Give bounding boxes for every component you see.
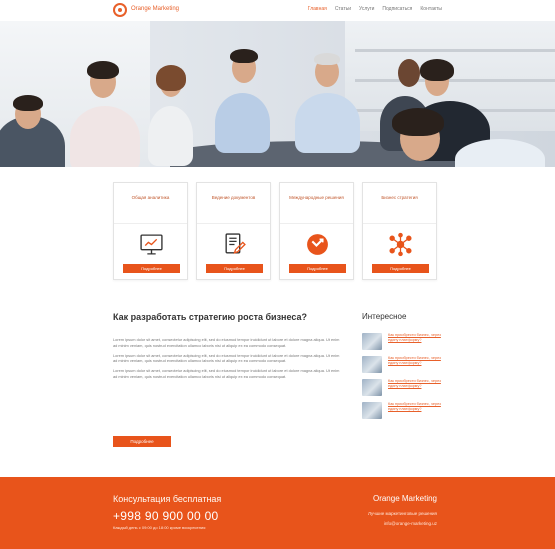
- article-title: Как разработать стратегию роста бизнеса?: [113, 312, 307, 322]
- network-nodes-icon: [389, 232, 412, 257]
- interesting-sidebar: Интересное Как приобрести бизнес, через …: [362, 312, 442, 425]
- monitor-chart-icon: [140, 234, 163, 255]
- sidebar-item[interactable]: Как приобрести бизнес, через едину платф…: [362, 333, 442, 351]
- nav-item-contacts[interactable]: Контакты: [420, 6, 442, 12]
- card-title: Бизнес стратегия: [381, 195, 418, 200]
- card-title: Общая аналитика: [131, 195, 170, 200]
- article-more-button[interactable]: Подробнее: [113, 436, 171, 447]
- nav-item-subscribe[interactable]: Подписаться: [382, 6, 412, 12]
- service-card-documents: Ведение документов Подробнее: [196, 182, 271, 280]
- sidebar-thumbnail[interactable]: [362, 379, 382, 396]
- footer-tagline: Лучшие маркетинговые решения: [368, 511, 437, 516]
- sidebar-title: Интересное: [362, 312, 407, 321]
- footer-brand-block: Orange Marketing Лучшие маркетинговые ре…: [368, 494, 437, 526]
- nav-item-articles[interactable]: Статьи: [335, 6, 351, 12]
- card-title: Ведение документов: [211, 195, 256, 200]
- footer-hours: Каждый день с 09:00 до 18:00 кроме воскр…: [113, 525, 206, 530]
- sidebar-link[interactable]: Как приобрести бизнес, через едину платф…: [388, 356, 442, 365]
- main-nav: Главная Статьи Услуги Подписаться Контак…: [308, 6, 442, 12]
- footer-brand: Orange Marketing: [372, 494, 437, 503]
- card-more-button[interactable]: Подробнее: [372, 264, 429, 273]
- sidebar-thumbnail[interactable]: [362, 333, 382, 350]
- footer-contact: Консультация бесплатная +998 90 900 00 0…: [113, 494, 221, 530]
- brand-name[interactable]: Orange Marketing: [131, 6, 179, 12]
- card-more-button[interactable]: Подробнее: [206, 264, 263, 273]
- service-card-international: Международные решения Подробнее: [279, 182, 354, 280]
- service-card-analytics: Общая аналитика Подробнее: [113, 182, 188, 280]
- sidebar-link[interactable]: Как приобрести бизнес, через едину платф…: [388, 402, 442, 411]
- logo-icon[interactable]: [113, 3, 127, 17]
- sidebar-thumbnail[interactable]: [362, 402, 382, 419]
- footer-phone[interactable]: +998 90 900 00 00: [113, 509, 221, 523]
- footer-email[interactable]: info@orange-marketing.uz: [368, 521, 437, 526]
- article-section: Как разработать стратегию роста бизнеса?…: [113, 312, 343, 384]
- service-card-strategy: Бизнес стратегия Подробнее: [362, 182, 437, 280]
- sidebar-item[interactable]: Как приобрести бизнес, через едину платф…: [362, 356, 442, 374]
- article-paragraph: Lorem ipsum dolor sit amet, consectetur …: [113, 368, 340, 379]
- nav-item-services[interactable]: Услуги: [359, 6, 374, 12]
- globe-arrow-icon: [307, 234, 328, 255]
- nav-item-home[interactable]: Главная: [308, 6, 327, 12]
- card-more-button[interactable]: Подробнее: [289, 264, 346, 273]
- article-paragraph: Lorem ipsum dolor sit amet, consectetur …: [113, 337, 340, 348]
- sidebar-link[interactable]: Как приобрести бизнес, через едину платф…: [388, 379, 442, 388]
- site-header: Orange Marketing Главная Статьи Услуги П…: [0, 0, 555, 21]
- document-edit-icon: [225, 233, 246, 254]
- card-title: Международные решения: [289, 195, 344, 200]
- site-footer: Консультация бесплатная +998 90 900 00 0…: [0, 477, 555, 549]
- sidebar-link[interactable]: Как приобрести бизнес, через едину платф…: [388, 333, 442, 342]
- sidebar-item[interactable]: Как приобрести бизнес, через едину платф…: [362, 379, 442, 397]
- sidebar-item[interactable]: Как приобрести бизнес, через едину платф…: [362, 402, 442, 420]
- card-more-button[interactable]: Подробнее: [123, 264, 180, 273]
- sidebar-thumbnail[interactable]: [362, 356, 382, 373]
- hero-image: [0, 21, 555, 167]
- article-paragraph: Lorem ipsum dolor sit amet, consectetur …: [113, 352, 340, 364]
- footer-consult-title: Консультация бесплатная: [113, 494, 222, 504]
- service-cards: Общая аналитика Подробнее Ведение докуме…: [113, 182, 437, 280]
